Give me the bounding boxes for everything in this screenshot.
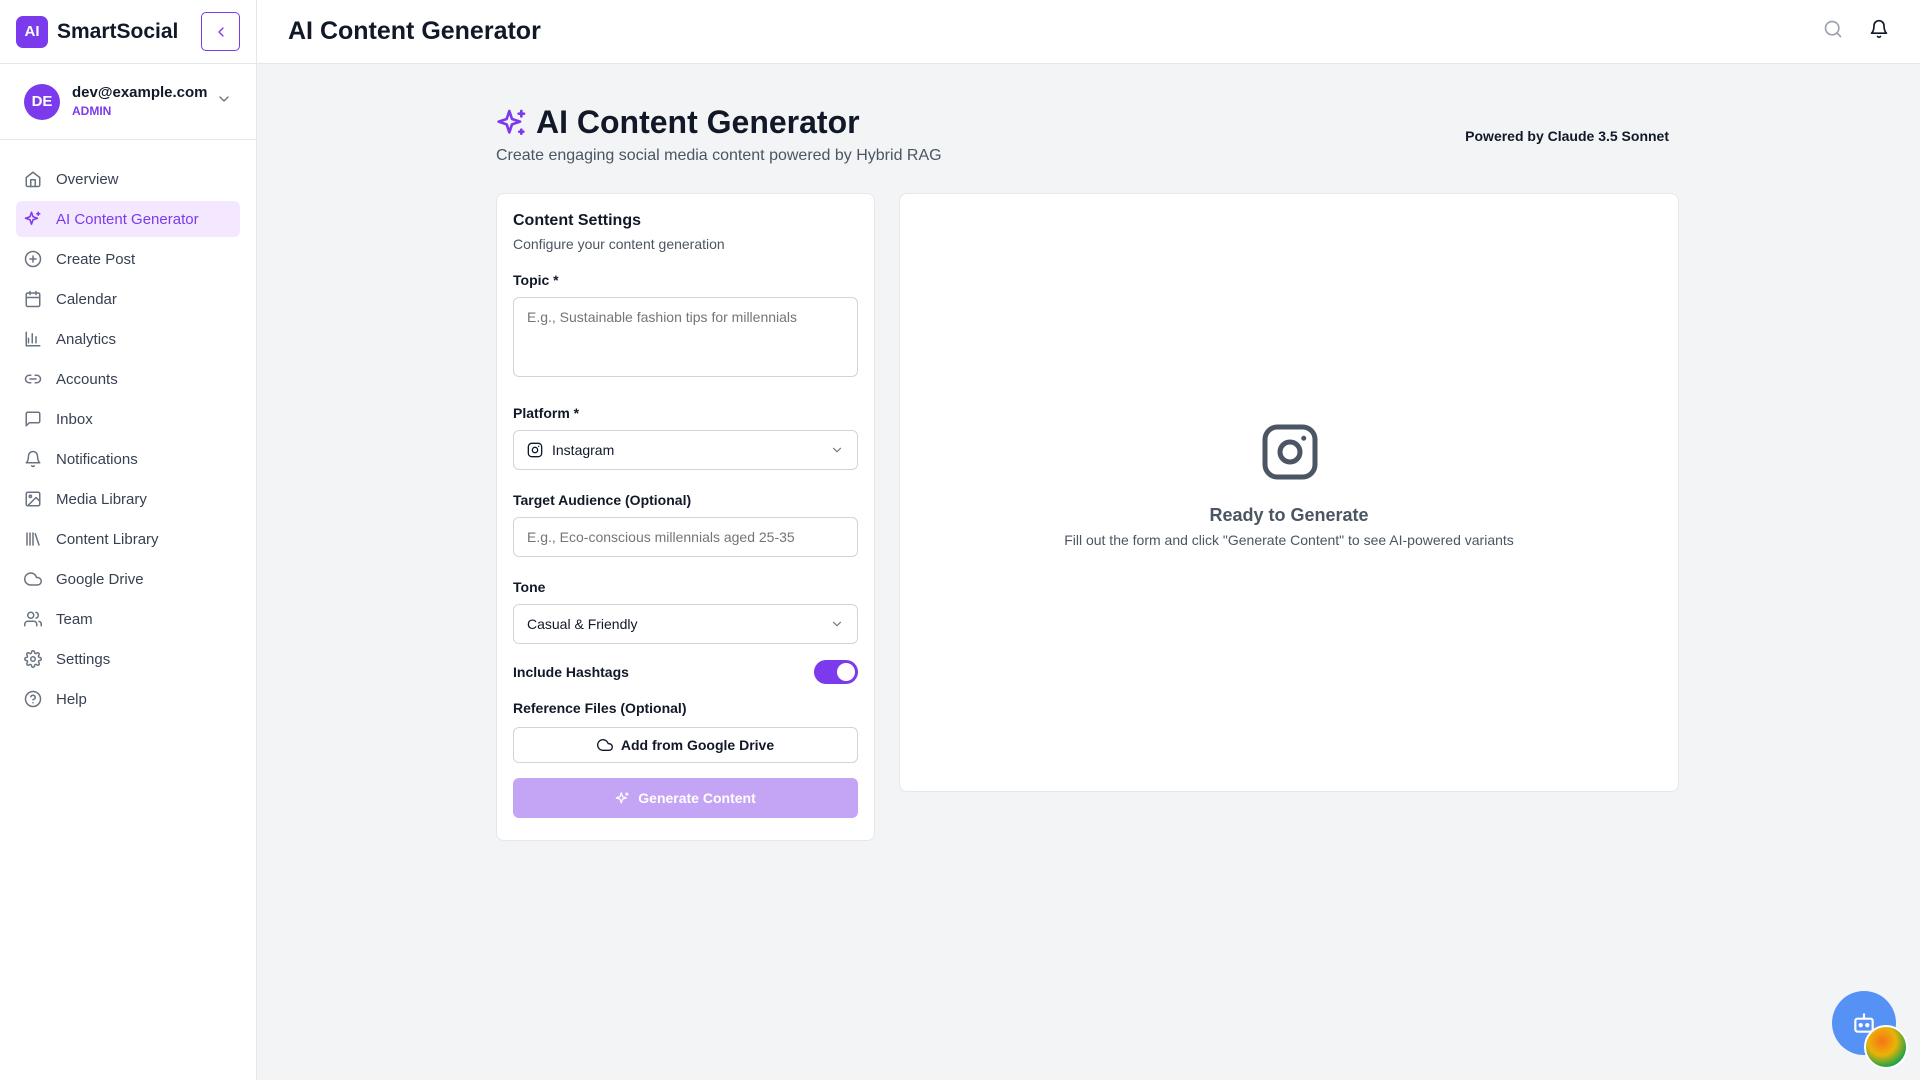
page-subtitle: Create engaging social media content pow…	[496, 147, 942, 164]
sidebar-item-label: Calendar	[56, 290, 117, 308]
gear-icon	[24, 650, 42, 668]
sidebar-item-settings[interactable]: Settings	[16, 641, 240, 677]
drive-button-label: Add from Google Drive	[620, 737, 775, 753]
sidebar-item-content-library[interactable]: Content Library	[16, 521, 240, 557]
page-title: AI Content Generator	[536, 104, 860, 140]
brand: AI SmartSocial	[0, 0, 256, 64]
chevron-down-icon	[830, 443, 844, 457]
sidebar-item-label: Content Library	[56, 530, 159, 548]
page-heading: AI Content Generator	[496, 104, 860, 141]
sparkles-icon	[496, 107, 528, 139]
sidebar-item-accounts[interactable]: Accounts	[16, 361, 240, 397]
sidebar-item-label: Analytics	[56, 330, 117, 348]
cloud-icon	[24, 570, 42, 588]
brand-logo: AI	[16, 15, 48, 48]
sidebar-item-label: Accounts	[56, 370, 118, 388]
generate-content-button[interactable]: Generate Content	[513, 778, 858, 818]
content-settings-card: Content Settings Configure your content …	[496, 193, 875, 841]
sidebar-item-label: Google Drive	[56, 570, 144, 588]
sidebar-item-label: AI Content Generator	[56, 210, 199, 228]
assistant-avatar	[1864, 1025, 1908, 1069]
reference-files-label: Reference Files (Optional)	[513, 700, 687, 716]
sidebar-item-notifications[interactable]: Notifications	[16, 441, 240, 477]
header-title: AI Content Generator	[288, 17, 541, 45]
tone-select[interactable]: Casual & Friendly	[513, 604, 858, 644]
sidebar-item-inbox[interactable]: Inbox	[16, 401, 240, 437]
sidebar-nav: Overview AI Content Generator Create Pos…	[0, 140, 256, 717]
instagram-icon	[527, 442, 543, 458]
cloud-icon	[596, 737, 613, 753]
link-icon	[24, 370, 42, 388]
collapse-sidebar-button[interactable]	[201, 12, 240, 51]
sidebar-item-calendar[interactable]: Calendar	[16, 281, 240, 317]
avatar: DE	[24, 83, 60, 120]
sidebar-item-team[interactable]: Team	[16, 601, 240, 637]
calendar-icon	[24, 290, 42, 308]
sidebar-item-label: Team	[56, 610, 93, 628]
sidebar-item-label: Help	[56, 690, 87, 708]
message-icon	[24, 410, 42, 428]
topic-input[interactable]	[513, 297, 858, 377]
sidebar-item-create-post[interactable]: Create Post	[16, 241, 240, 277]
plus-circle-icon	[24, 250, 42, 268]
search-icon[interactable]	[1823, 19, 1843, 44]
card-title: Content Settings	[513, 212, 641, 229]
preview-card: Ready to Generate Fill out the form and …	[899, 193, 1679, 792]
topic-label: Topic *	[513, 272, 559, 288]
chevron-down-icon	[830, 617, 844, 631]
hashtags-row: Include Hashtags	[513, 660, 858, 684]
top-header: AI Content Generator	[257, 0, 1920, 64]
platform-value: Instagram	[552, 442, 615, 458]
toggle-knob	[837, 663, 855, 681]
sidebar-item-media-library[interactable]: Media Library	[16, 481, 240, 517]
powered-by-label: Powered by Claude 3.5 Sonnet	[1465, 128, 1669, 144]
audience-label: Target Audience (Optional)	[513, 492, 692, 508]
header-actions	[1823, 19, 1889, 44]
sidebar-item-label: Create Post	[56, 250, 136, 268]
sidebar-item-overview[interactable]: Overview	[16, 161, 240, 197]
hashtags-label: Include Hashtags	[513, 664, 629, 680]
brand-name: SmartSocial	[57, 19, 179, 43]
sidebar-item-label: Overview	[56, 170, 119, 188]
tone-label: Tone	[513, 579, 546, 595]
sidebar-item-label: Inbox	[56, 410, 93, 428]
tone-value: Casual & Friendly	[527, 616, 638, 632]
sparkles-icon	[615, 791, 630, 806]
hashtags-toggle[interactable]	[814, 660, 858, 684]
sparkles-icon	[24, 210, 42, 228]
instagram-icon	[1260, 422, 1320, 487]
bell-icon	[24, 450, 42, 468]
chevron-down-icon	[216, 91, 232, 112]
platform-select[interactable]: Instagram	[513, 430, 858, 470]
sidebar-item-help[interactable]: Help	[16, 681, 240, 717]
bell-icon[interactable]	[1869, 19, 1889, 44]
preview-title: Ready to Generate	[1209, 505, 1369, 525]
users-icon	[24, 610, 42, 628]
audience-input[interactable]	[513, 517, 858, 557]
user-email: dev@example.com	[72, 84, 208, 102]
sidebar-item-label: Settings	[56, 650, 111, 668]
sidebar: AI SmartSocial DE dev@example.com ADMIN …	[0, 0, 257, 1080]
preview-subtitle: Fill out the form and click "Generate Co…	[1064, 532, 1514, 548]
sidebar-item-analytics[interactable]: Analytics	[16, 321, 240, 357]
generate-button-label: Generate Content	[638, 790, 756, 806]
library-icon	[24, 530, 42, 548]
sidebar-item-google-drive[interactable]: Google Drive	[16, 561, 240, 597]
image-icon	[24, 490, 42, 508]
sidebar-item-ai-content-generator[interactable]: AI Content Generator	[16, 201, 240, 237]
card-subtitle: Configure your content generation	[513, 236, 725, 252]
bar-chart-icon	[24, 330, 42, 348]
help-circle-icon	[24, 690, 42, 708]
home-icon	[24, 170, 42, 188]
user-menu[interactable]: DE dev@example.com ADMIN	[0, 64, 256, 140]
user-info: dev@example.com ADMIN	[72, 84, 208, 118]
add-from-google-drive-button[interactable]: Add from Google Drive	[513, 727, 858, 763]
platform-label: Platform *	[513, 405, 580, 421]
chevron-left-icon	[217, 26, 224, 37]
user-role-badge: ADMIN	[72, 104, 112, 119]
sidebar-item-label: Media Library	[56, 490, 147, 508]
sidebar-item-label: Notifications	[56, 450, 138, 468]
